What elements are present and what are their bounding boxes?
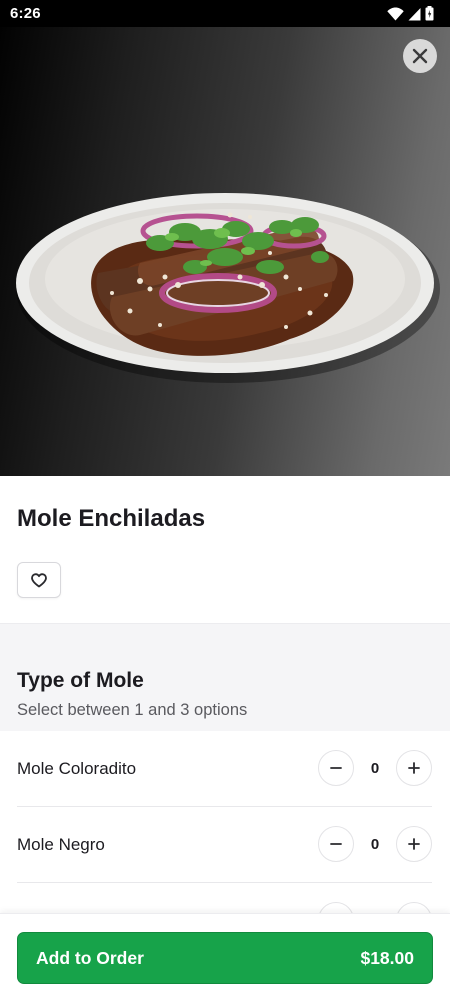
quantity-value: 0 — [370, 835, 380, 853]
option-row: Mole Coloradito 0 — [17, 731, 432, 807]
status-icons — [387, 6, 434, 21]
option-group-header: Type of Mole Select between 1 and 3 opti… — [0, 623, 450, 731]
decrement-button[interactable] — [318, 750, 354, 786]
increment-button[interactable] — [396, 750, 432, 786]
option-group-subtitle: Select between 1 and 3 options — [17, 701, 248, 719]
battery-icon — [425, 6, 434, 21]
option-name: Mole Coloradito — [17, 758, 137, 778]
add-to-order-button[interactable]: Add to Order $18.00 — [17, 932, 433, 984]
quantity-value: 0 — [370, 759, 380, 777]
close-button[interactable] — [403, 39, 437, 73]
dish-illustration — [16, 193, 440, 383]
status-time: 6:26 — [10, 5, 41, 22]
quantity-stepper: 0 — [318, 750, 432, 786]
option-name: Mole Negro — [17, 834, 105, 854]
item-title: Mole Enchiladas — [17, 505, 206, 532]
plus-icon — [408, 838, 420, 850]
option-row: Mole Negro 0 — [17, 807, 432, 883]
close-icon — [412, 48, 428, 64]
order-price: $18.00 — [360, 947, 414, 968]
decrement-button[interactable] — [318, 826, 354, 862]
minus-icon — [330, 843, 342, 845]
heart-icon — [31, 572, 47, 587]
favorite-button[interactable] — [17, 562, 61, 598]
wifi-icon — [387, 6, 404, 20]
status-bar: 6:26 — [0, 0, 450, 27]
signal-icon — [408, 7, 421, 20]
item-info: Mole Enchiladas — [0, 476, 450, 623]
footer-bar: Add to Order $18.00 — [0, 913, 450, 1000]
item-hero-image — [0, 27, 450, 476]
option-group-title: Type of Mole — [17, 669, 144, 692]
minus-icon — [330, 767, 342, 769]
plus-icon — [408, 762, 420, 774]
increment-button[interactable] — [396, 826, 432, 862]
add-to-order-label: Add to Order — [36, 947, 144, 968]
quantity-stepper: 0 — [318, 826, 432, 862]
